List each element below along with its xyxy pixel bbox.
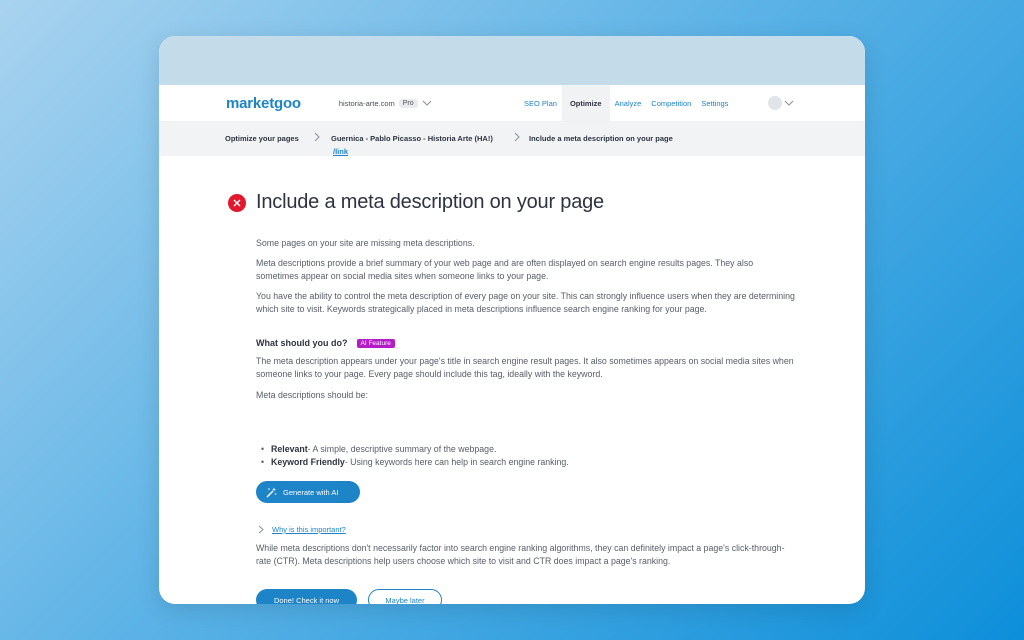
intro-text: Some pages on your site are missing meta…: [256, 238, 475, 248]
why-important-label: Why is this important?: [272, 525, 346, 534]
magic-wand-icon: [266, 487, 277, 497]
top-navigation: marketgoo historia-arte.com Pro SEO Plan…: [159, 85, 865, 122]
nav-settings[interactable]: Settings: [696, 85, 733, 121]
breadcrumb-page[interactable]: Guernica - Pablo Picasso - Historia Arte…: [331, 134, 493, 143]
requirements-list: • Relevant - A simple, descriptive summar…: [261, 443, 569, 469]
browser-window: marketgoo historia-arte.com Pro SEO Plan…: [159, 36, 865, 604]
list-item: • Relevant - A simple, descriptive summar…: [261, 444, 497, 454]
window-titlebar: [159, 36, 865, 85]
main-nav: SEO Plan Optimize Analyze Competition Se…: [519, 85, 733, 121]
chevron-right-icon: [514, 132, 520, 142]
nav-competition[interactable]: Competition: [646, 85, 696, 121]
chevron-right-icon: [314, 132, 320, 142]
page-title: Include a meta description on your page: [256, 191, 604, 213]
description-paragraph-1: Meta descriptions provide a brief summar…: [256, 258, 754, 281]
chevron-down-icon: [422, 100, 432, 106]
nav-analyze[interactable]: Analyze: [610, 85, 647, 121]
why-important-toggle[interactable]: Why is this important?: [258, 525, 346, 534]
list-item: • Keyword Friendly - Using keywords here …: [261, 457, 569, 467]
nav-seo-plan[interactable]: SEO Plan: [519, 85, 562, 121]
plan-badge: Pro: [398, 98, 418, 108]
user-avatar[interactable]: [768, 96, 782, 110]
nav-optimize[interactable]: Optimize: [561, 85, 610, 121]
description-paragraph-2: You have the ability to control the meta…: [256, 291, 795, 314]
what-to-do-paragraph: The meta description appears under your …: [256, 356, 794, 379]
breadcrumb-page-path[interactable]: /link: [333, 147, 348, 156]
chevron-down-icon[interactable]: [784, 98, 794, 108]
marketgoo-logo[interactable]: marketgoo: [226, 95, 301, 112]
site-name: historia-arte.com: [338, 98, 395, 108]
breadcrumb-current: Include a meta description on your page: [529, 134, 673, 143]
what-to-do-title: What should you do?: [256, 338, 348, 348]
done-check-button[interactable]: Done! Check it now: [256, 589, 357, 604]
error-x-icon: [228, 194, 246, 212]
chevron-right-icon: [258, 525, 264, 534]
site-selector[interactable]: historia-arte.com Pro: [339, 98, 432, 108]
breadcrumb: Optimize your pages Guernica - Pablo Pic…: [159, 122, 865, 156]
what-to-do-heading: What should you do? AI Feature: [256, 338, 395, 348]
breadcrumb-root[interactable]: Optimize your pages: [225, 134, 299, 143]
ai-feature-badge: AI Feature: [356, 338, 395, 348]
why-important-paragraph: While meta descriptions don't necessaril…: [256, 543, 785, 566]
generate-with-ai-button[interactable]: Generate with AI: [256, 481, 360, 503]
maybe-later-button[interactable]: Maybe later: [368, 589, 442, 604]
generate-with-ai-label: Generate with AI: [283, 487, 339, 497]
should-be-text: Meta descriptions should be:: [256, 390, 368, 400]
